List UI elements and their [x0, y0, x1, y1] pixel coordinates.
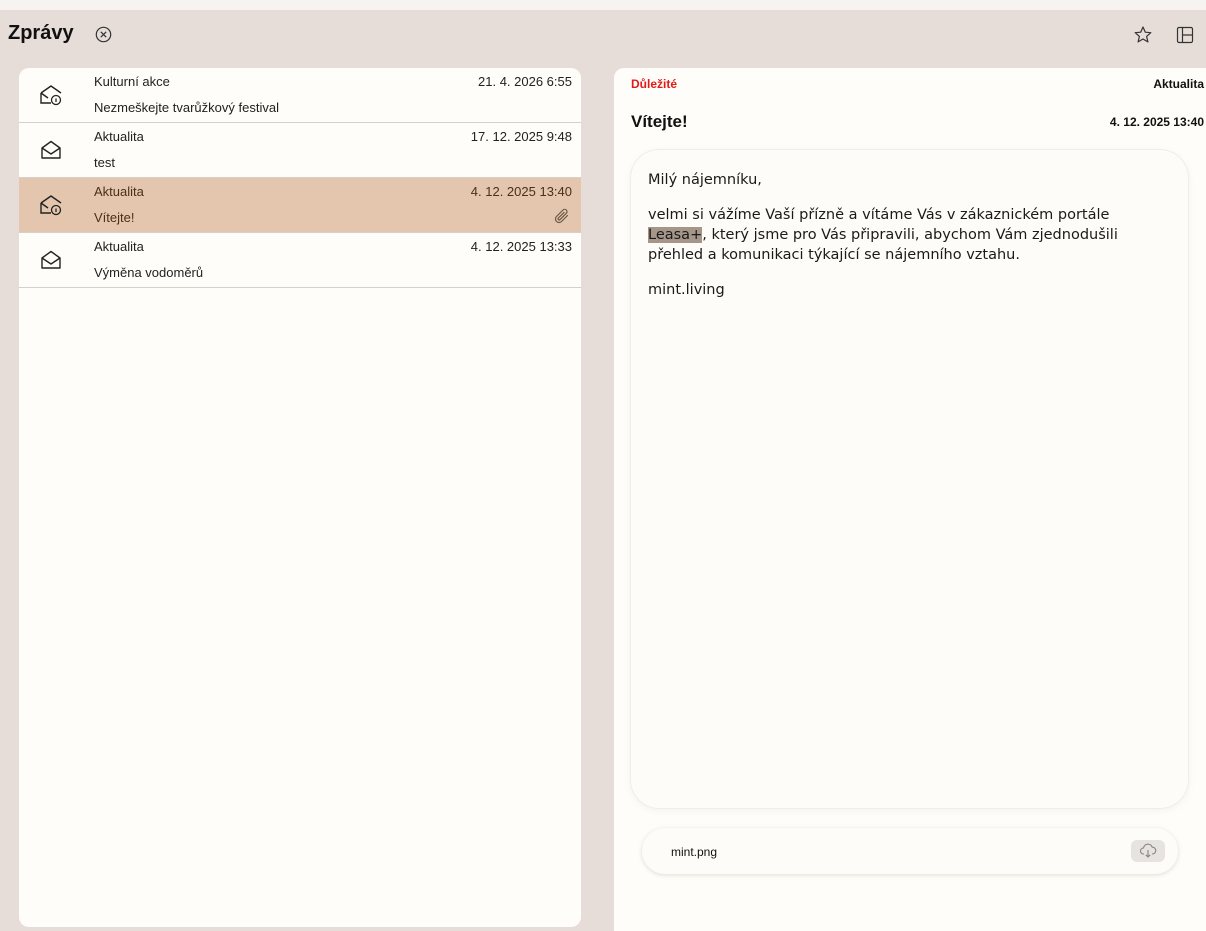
message-row-selected[interactable]: Aktualita Vítejte! 4. 12. 2025 13:40: [19, 178, 581, 233]
close-circle-icon[interactable]: [95, 26, 112, 43]
message-category: Aktualita: [94, 129, 144, 144]
message-subject: Vítejte!: [94, 210, 135, 225]
download-button[interactable]: [1131, 840, 1165, 862]
message-detail: Důležité Aktualita Vítejte! 4. 12. 2025 …: [614, 68, 1206, 931]
envelope-open-icon: [41, 250, 61, 269]
envelope-info-icon: [40, 85, 62, 106]
detail-date: 4. 12. 2025 13:40: [1109, 115, 1204, 129]
envelope-open-icon: [41, 140, 61, 159]
message-row[interactable]: Kulturní akce Nezmeškejte tvarůžkový fes…: [19, 68, 581, 123]
body-greeting: Milý nájemníku,: [648, 172, 762, 188]
body-text: , který jsme pro Vás připravili, abychom…: [648, 227, 1118, 263]
top-strip: [0, 0, 1206, 10]
message-date: 4. 12. 2025 13:33: [470, 239, 572, 254]
message-category: Aktualita: [94, 239, 144, 254]
page-title: Zprávy: [8, 22, 74, 44]
paperclip-icon: [554, 208, 569, 224]
cloud-download-icon: [1140, 843, 1157, 858]
message-date: 17. 12. 2025 9:48: [470, 129, 572, 144]
attachment-item[interactable]: mint.png: [642, 828, 1178, 874]
message-category: Aktualita: [94, 184, 144, 199]
app-header: Zprávy: [0, 10, 1206, 58]
message-body: Milý nájemníku, velmi si vážíme Vaší pří…: [631, 150, 1188, 808]
body-paragraph: velmi si vážíme Vaší přízně a vítáme Vás…: [648, 205, 1171, 265]
message-date: 21. 4. 2026 6:55: [478, 74, 572, 89]
message-subject: test: [94, 155, 115, 170]
detail-title: Vítejte!: [631, 112, 688, 131]
message-row[interactable]: Aktualita test 17. 12. 2025 9:48: [19, 123, 581, 178]
detail-category: Aktualita: [1153, 77, 1204, 91]
layout-panel-icon[interactable]: [1175, 25, 1195, 45]
message-list: Kulturní akce Nezmeškejte tvarůžkový fes…: [19, 68, 581, 927]
message-subject: Výměna vodoměrů: [94, 265, 204, 280]
message-category: Kulturní akce: [94, 74, 170, 89]
message-subject: Nezmeškejte tvarůžkový festival: [94, 100, 279, 115]
highlighted-text: Leasa+: [648, 227, 703, 243]
star-icon[interactable]: [1133, 25, 1153, 45]
message-date: 4. 12. 2025 13:40: [470, 184, 572, 199]
envelope-info-icon: [40, 195, 62, 216]
message-row[interactable]: Aktualita Výměna vodoměrů 4. 12. 2025 13…: [19, 233, 581, 288]
body-text: velmi si vážíme Vaší přízně a vítáme Vás…: [648, 207, 1110, 223]
importance-label: Důležité: [631, 77, 678, 91]
body-signature: mint.living: [648, 282, 725, 298]
attachment-filename: mint.png: [671, 845, 718, 859]
